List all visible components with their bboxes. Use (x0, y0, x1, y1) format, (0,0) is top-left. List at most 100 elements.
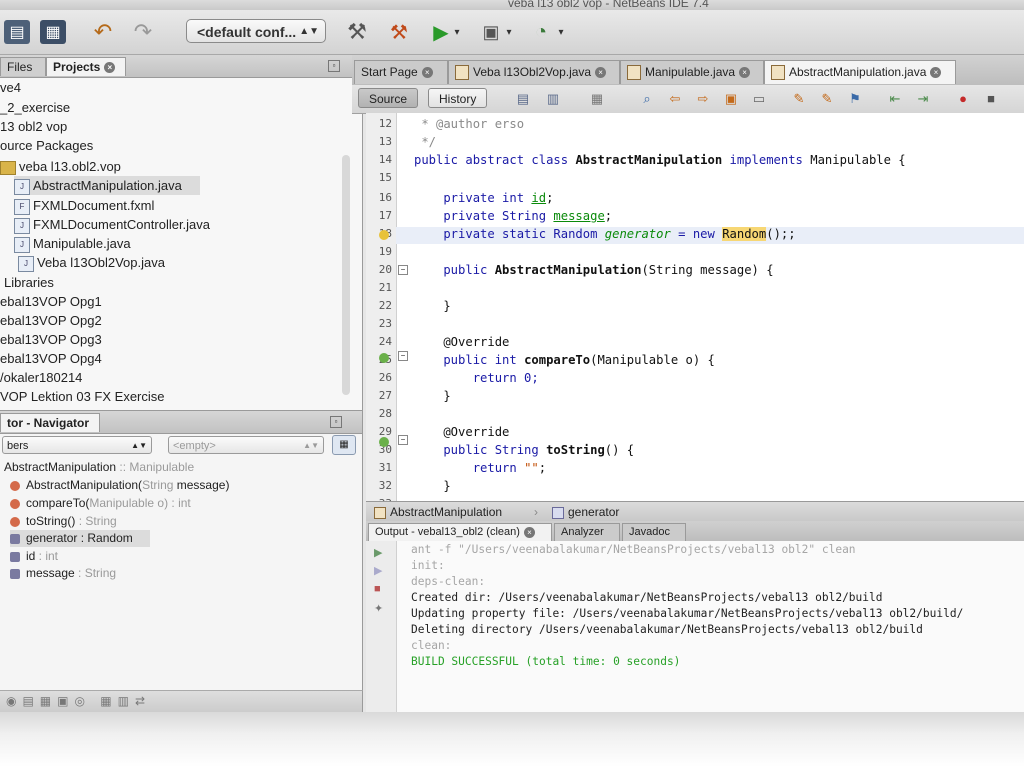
tree-item[interactable]: ve4 (0, 78, 21, 97)
new-project-icon[interactable]: ▦ (40, 20, 66, 44)
member-params: Manipulable (89, 496, 155, 510)
close-icon[interactable]: × (595, 67, 607, 79)
stop-icon[interactable]: ■ (374, 583, 386, 595)
tree-item-selected[interactable]: J AbstractManipulation.java (14, 176, 200, 195)
tree-item-label: ebal13VOP Opg1 (0, 294, 102, 309)
navigator-member[interactable]: AbstractManipulation(String message) (10, 477, 229, 494)
tab-output[interactable]: Output - vebal13_obl2 (clean) × (368, 523, 552, 541)
find-next-icon[interactable]: ⇨ (694, 90, 712, 108)
minimize-icon[interactable]: ▫ (330, 416, 342, 428)
navigator-member[interactable]: id : int (10, 548, 58, 565)
tab-manipulable[interactable]: Manipulable.java × (620, 60, 764, 84)
tree-item[interactable]: Libraries (4, 273, 54, 292)
breadcrumb-item[interactable]: AbstractManipulation (374, 502, 502, 522)
clean-build-icon[interactable]: ⚒ (386, 20, 412, 44)
minimize-icon[interactable]: ▫ (328, 60, 340, 72)
method-icon (10, 480, 20, 491)
navigator-root[interactable]: AbstractManipulation :: Manipulable (4, 459, 194, 476)
tree-item[interactable]: ebal13VOP Opg3 (0, 330, 102, 349)
find-icon[interactable]: ⌕ (638, 90, 656, 108)
prev-bookmark-icon[interactable]: ✎ (790, 90, 808, 108)
tab-analyzer[interactable]: Analyzer (554, 523, 620, 541)
tab-start-page[interactable]: Start Page × (354, 60, 448, 84)
close-icon[interactable]: × (930, 67, 942, 79)
close-icon[interactable]: × (523, 526, 535, 538)
start-macro-icon[interactable]: ● (954, 90, 972, 108)
find-previous-icon[interactable]: ⇦ (666, 90, 684, 108)
fold-toggle-icon[interactable]: − (398, 265, 408, 275)
undo-icon[interactable]: ↶ (90, 19, 116, 44)
configuration-select[interactable]: <default conf... ▲▼ (186, 19, 326, 43)
stop-macro-icon[interactable]: ■ (982, 90, 1000, 108)
close-icon[interactable]: × (104, 62, 116, 74)
history-button[interactable]: History (428, 88, 488, 108)
output-console[interactable]: ▶ ▶ ■ ✦ ant -f "/Users/veenabalakumar/Ne… (366, 541, 1024, 712)
code-token: "" (524, 461, 539, 475)
profile-dropdown-icon[interactable]: ▾ (556, 20, 566, 44)
override-marker-icon[interactable] (379, 353, 389, 363)
navigator-member[interactable]: message : String (10, 565, 116, 582)
run-icon[interactable]: ▶ (428, 20, 454, 44)
tree-item[interactable]: _2_exercise (0, 98, 70, 117)
navigator-toolbar-icons[interactable]: ◉▤▦▣◎ ▦▥⇄ (6, 694, 151, 708)
navigator-member-selected[interactable]: generator : Random (10, 530, 150, 547)
hammer-icon[interactable]: ⚒ (344, 19, 370, 44)
tab-navigator[interactable]: tor - Navigator× (0, 413, 100, 449)
toggle-rect-select-icon[interactable]: ▭ (750, 90, 768, 108)
members-combo[interactable]: bers ▲▼ (2, 436, 152, 454)
hint-bulb-icon[interactable] (379, 230, 389, 240)
tree-item[interactable]: ebal13VOP Opg2 (0, 311, 102, 330)
close-icon[interactable]: × (421, 67, 433, 79)
tab-projects[interactable]: Projects × (46, 57, 126, 76)
new-file-icon[interactable]: ▤ (4, 20, 30, 44)
tab-label: AbstractManipulation.java (789, 65, 927, 79)
breadcrumb-item[interactable]: generator (552, 502, 619, 522)
tree-item[interactable]: ource Packages (0, 136, 93, 155)
tab-vebal13obl2vop[interactable]: Veba l13Obl2Vop.java × (448, 60, 620, 84)
fold-toggle-icon[interactable]: − (398, 435, 408, 445)
next-bookmark-icon[interactable]: ✎ (818, 90, 836, 108)
override-marker-icon[interactable] (379, 437, 389, 447)
close-icon[interactable]: × (739, 67, 751, 79)
navigator-member[interactable]: toString() : String (10, 513, 117, 530)
tree-item[interactable]: VOP Lektion 03 FX Exercise (0, 387, 165, 406)
profile-icon[interactable]: ◔ (528, 20, 554, 44)
rerun-with-params-icon[interactable]: ▶ (374, 565, 386, 577)
debug-icon[interactable]: ▣ (478, 20, 504, 44)
fold-toggle-icon[interactable]: − (398, 351, 408, 361)
tree-item-package[interactable]: veba l13.obl2.vop (0, 157, 121, 176)
tree-item[interactable]: J FXMLDocumentController.java (14, 215, 210, 234)
chevron-updown-icon: ▲▼ (131, 441, 147, 450)
source-button[interactable]: Source (358, 88, 419, 108)
shift-right-icon[interactable]: ⇥ (914, 90, 932, 108)
navigator-member[interactable]: compareTo(Manipulable o) : int (10, 495, 191, 512)
shift-left-icon[interactable]: ⇤ (886, 90, 904, 108)
projects-scrollbar[interactable] (342, 155, 350, 395)
forward-icon[interactable]: ▦ (588, 90, 606, 108)
tab-javadoc[interactable]: Javadoc (622, 523, 686, 541)
line-number: 31 (378, 461, 392, 474)
tree-item[interactable]: 13 obl2 vop (0, 117, 67, 136)
java-file-icon: J (14, 236, 30, 253)
tree-item[interactable]: F FXMLDocument.fxml (14, 196, 154, 215)
filter-options-icon[interactable]: ▦ (332, 435, 356, 455)
toggle-highlight-icon[interactable]: ▣ (722, 90, 740, 108)
rerun-icon[interactable]: ▶ (374, 547, 386, 559)
tab-abstractmanipulation[interactable]: AbstractManipulation.java × (764, 60, 956, 84)
code-editor[interactable]: 12 13 14 15 16 17 18 19 20 21 22 23 24 2… (366, 113, 1024, 501)
tree-item[interactable]: J Veba l13Obl2Vop.java (18, 253, 165, 272)
debug-dropdown-icon[interactable]: ▾ (504, 20, 514, 44)
tree-item[interactable]: J Manipulable.java (14, 234, 131, 253)
field-icon (552, 506, 564, 519)
tab-files[interactable]: Files (0, 57, 46, 76)
toggle-bookmark-icon[interactable]: ⚑ (846, 90, 864, 108)
tree-item[interactable]: ebal13VOP Opg4 (0, 349, 102, 368)
settings-icon[interactable]: ✦ (374, 603, 386, 615)
tree-item[interactable]: /okaler180214 (0, 368, 82, 387)
redo-icon[interactable]: ↷ (130, 19, 156, 44)
back-icon[interactable]: ▥ (544, 90, 562, 108)
last-edit-icon[interactable]: ▤ (514, 90, 532, 108)
tree-item[interactable]: ebal13VOP Opg1 (0, 292, 102, 311)
filter-combo[interactable]: <empty> ▲▼ (168, 436, 324, 454)
run-dropdown-icon[interactable]: ▾ (452, 20, 462, 44)
